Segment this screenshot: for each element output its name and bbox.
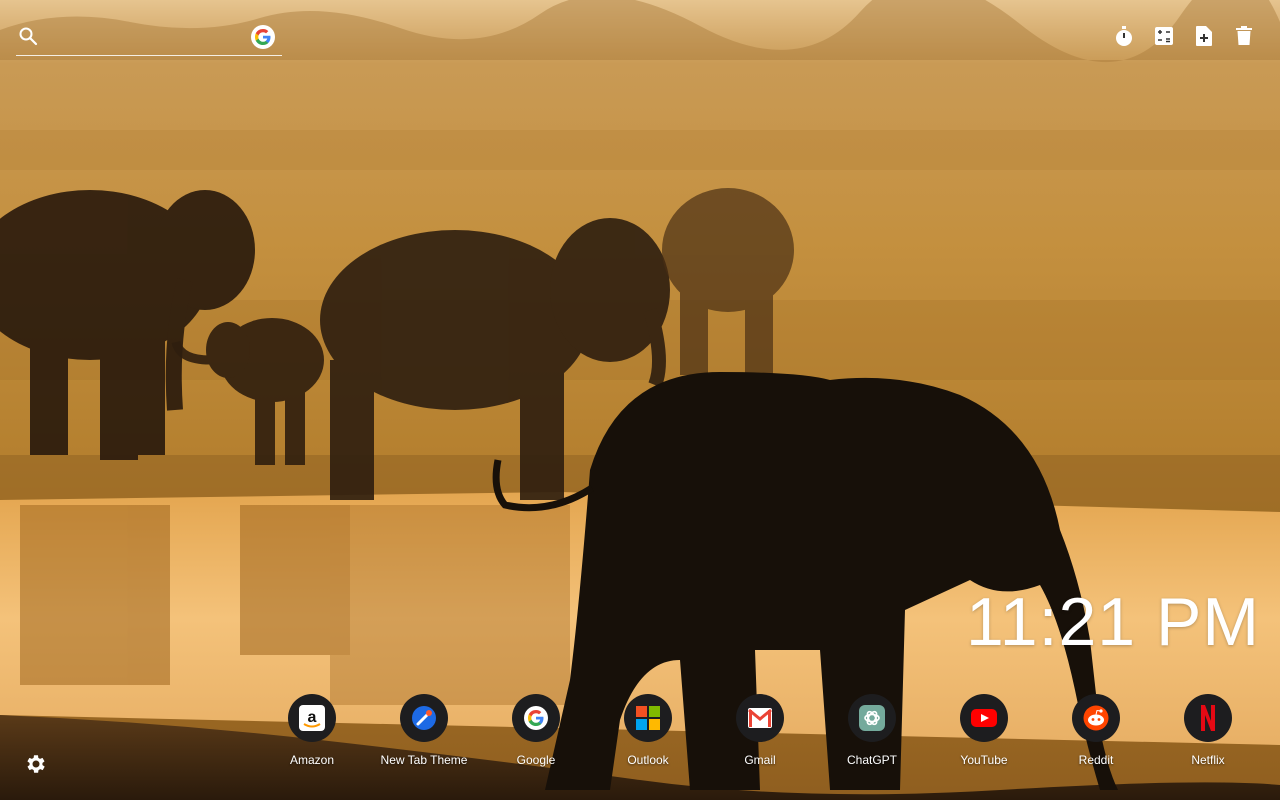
reddit-icon [1083, 705, 1109, 731]
stopwatch-icon[interactable] [1112, 24, 1136, 48]
search-input[interactable] [46, 24, 250, 50]
shortcut-new-tab-theme-icon-circle[interactable] [400, 694, 448, 742]
shortcut-outlook-icon-circle[interactable] [624, 694, 672, 742]
clock-time: 11:21 PM [965, 584, 1260, 660]
shortcut-amazon[interactable]: a Amazon [256, 694, 368, 770]
shortcut-google-icon-circle[interactable] [512, 694, 560, 742]
shortcut-outlook[interactable]: Outlook [592, 694, 704, 770]
shortcut-label: New Tab Theme [380, 753, 468, 767]
google-icon [524, 706, 548, 730]
shortcut-label: ChatGPT [846, 753, 897, 767]
shortcut-label: Outlook [627, 753, 669, 767]
shortcut-chatgpt-icon-circle[interactable] [848, 694, 896, 742]
shortcut-netflix-icon-circle[interactable] [1184, 694, 1232, 742]
shortcut-label: YouTube [960, 753, 1008, 767]
gear-icon[interactable] [24, 752, 48, 776]
search-icon[interactable] [18, 26, 38, 46]
shortcut-youtube-icon-circle[interactable] [960, 694, 1008, 742]
shortcut-reddit[interactable]: Reddit [1040, 694, 1152, 770]
toolbar [1112, 24, 1256, 48]
search-bar[interactable] [16, 20, 282, 56]
shortcut-new-tab-theme[interactable]: New Tab Theme [368, 694, 480, 770]
youtube-icon [971, 709, 997, 727]
svg-text:a: a [308, 709, 317, 726]
shortcut-label: Google [516, 753, 556, 767]
shortcut-label: Netflix [1191, 753, 1225, 767]
shortcut-label: Amazon [289, 753, 335, 767]
shortcut-amazon-icon-circle[interactable]: a [288, 694, 336, 742]
microsoft-icon [636, 706, 660, 730]
amazon-icon: a [299, 705, 325, 731]
shortcut-google[interactable]: Google [480, 694, 592, 770]
shortcut-youtube[interactable]: YouTube [928, 694, 1040, 770]
new-tab-theme-icon [412, 706, 436, 730]
shortcut-chatgpt[interactable]: ChatGPT [816, 694, 928, 770]
netflix-icon [1201, 705, 1215, 731]
shortcut-netflix[interactable]: Netflix [1152, 694, 1264, 770]
gmail-icon [748, 708, 772, 728]
shortcut-bar: a Amazon New Tab Theme Google Outlook Gm… [256, 694, 1264, 774]
trash-icon[interactable] [1232, 24, 1256, 48]
shortcut-reddit-icon-circle[interactable] [1072, 694, 1120, 742]
chatgpt-icon [859, 705, 885, 731]
shortcut-gmail-icon-circle[interactable] [736, 694, 784, 742]
wallpaper-elephants [0, 0, 1280, 800]
shortcut-label: Reddit [1078, 753, 1114, 767]
shortcut-gmail[interactable]: Gmail [704, 694, 816, 770]
shortcut-label: Gmail [744, 753, 776, 767]
calculator-icon[interactable] [1152, 24, 1176, 48]
google-g-icon[interactable] [251, 25, 275, 49]
document-plus-icon[interactable] [1192, 24, 1216, 48]
